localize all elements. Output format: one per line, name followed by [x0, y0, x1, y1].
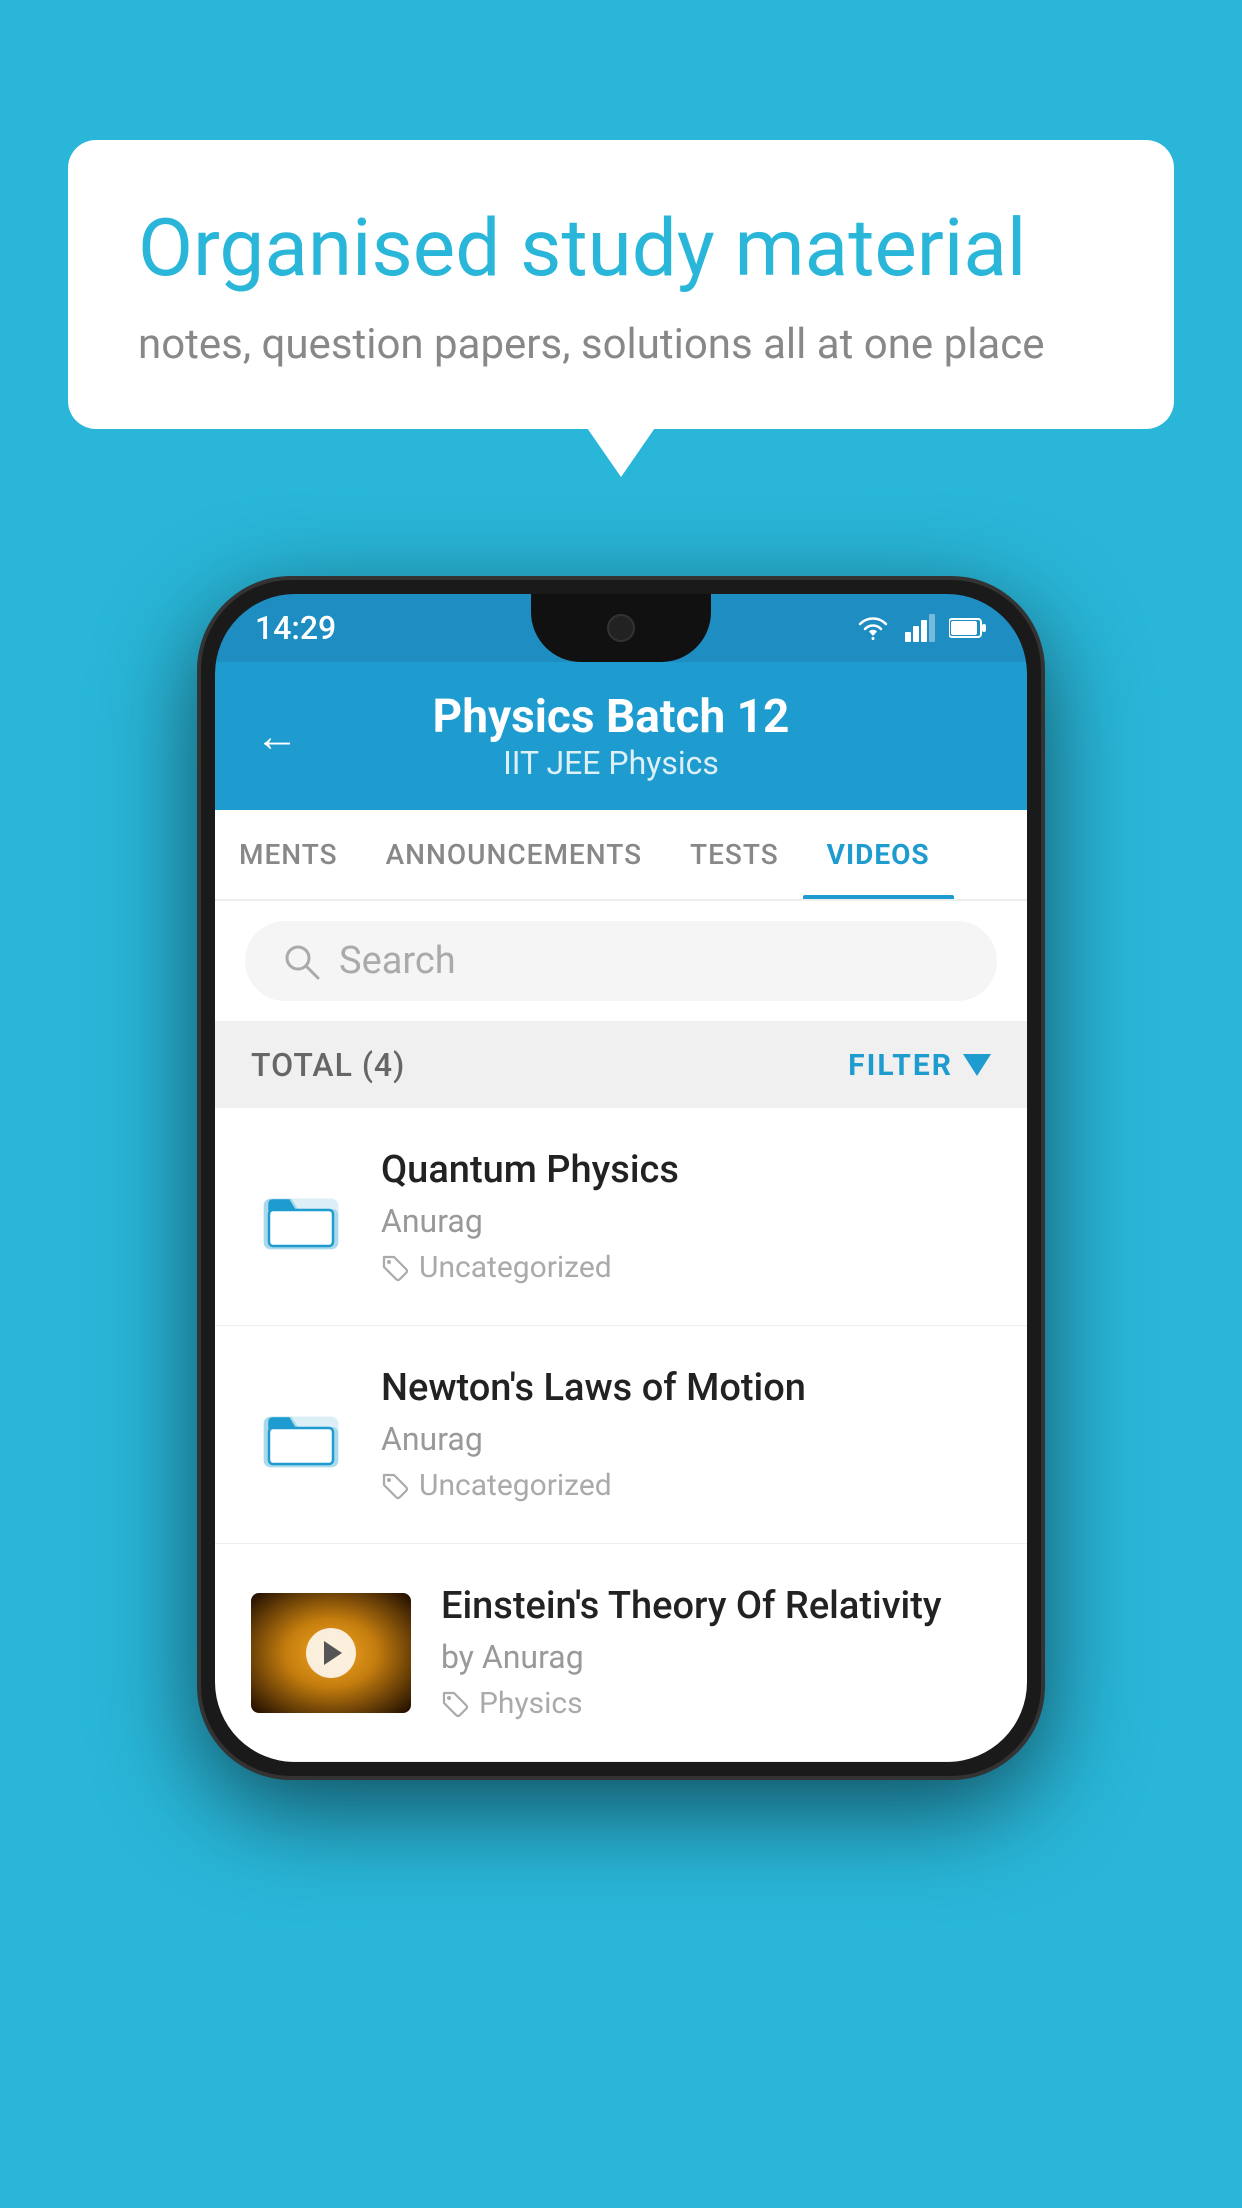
back-button[interactable]: ← — [255, 710, 299, 762]
play-button[interactable] — [306, 1628, 356, 1678]
video-author: Anurag — [381, 1202, 991, 1240]
search-bar: Search — [215, 901, 1027, 1022]
tab-tests[interactable]: TESTS — [666, 810, 803, 899]
tab-announcements[interactable]: ANNOUNCEMENTS — [362, 810, 666, 899]
video-info: Quantum Physics Anurag Uncategorized — [381, 1148, 991, 1285]
video-tag: Uncategorized — [381, 1250, 991, 1285]
bubble-title: Organised study material — [138, 200, 1104, 296]
list-item[interactable]: Quantum Physics Anurag Uncategorized — [215, 1108, 1027, 1326]
tag-icon — [441, 1690, 469, 1718]
signal-icon — [905, 614, 935, 642]
tag-text: Uncategorized — [419, 1468, 612, 1503]
tab-videos[interactable]: VIDEOS — [803, 810, 954, 899]
tag-text: Uncategorized — [419, 1250, 612, 1285]
header-center: Physics Batch 12 IIT JEE Physics — [319, 690, 903, 782]
camera-dot — [607, 614, 635, 642]
list-item[interactable]: Einstein's Theory Of Relativity by Anura… — [215, 1544, 1027, 1762]
video-info: Einstein's Theory Of Relativity by Anura… — [441, 1584, 991, 1721]
filter-label: FILTER — [848, 1048, 953, 1083]
folder-icon — [261, 1395, 341, 1475]
phone-wrapper: 14:29 — [201, 580, 1041, 1776]
filter-bar: TOTAL (4) FILTER — [215, 1022, 1027, 1108]
tag-text: Physics — [479, 1686, 583, 1721]
phone: 14:29 — [215, 594, 1027, 1762]
tabs: MENTS ANNOUNCEMENTS TESTS VIDEOS — [215, 810, 1027, 901]
folder-icon-wrap — [251, 1177, 351, 1257]
tag-icon — [381, 1254, 409, 1282]
search-input-wrap[interactable]: Search — [245, 921, 997, 1001]
battery-icon — [949, 617, 987, 639]
app-header: ← Physics Batch 12 IIT JEE Physics — [215, 662, 1027, 810]
tag-icon — [381, 1472, 409, 1500]
video-thumbnail — [251, 1593, 411, 1713]
folder-icon — [261, 1177, 341, 1257]
video-author: Anurag — [381, 1420, 991, 1458]
header-subtitle: IIT JEE Physics — [319, 744, 903, 782]
speech-bubble-area: Organised study material notes, question… — [68, 140, 1174, 429]
notch — [531, 594, 711, 662]
video-title: Quantum Physics — [381, 1148, 991, 1192]
filter-icon — [963, 1054, 991, 1076]
status-time: 14:29 — [255, 609, 336, 647]
folder-icon-wrap — [251, 1395, 351, 1475]
total-count: TOTAL (4) — [251, 1046, 405, 1084]
phone-outer: 14:29 — [201, 580, 1041, 1776]
list-item[interactable]: Newton's Laws of Motion Anurag Uncategor… — [215, 1326, 1027, 1544]
header-title: Physics Batch 12 — [319, 690, 903, 744]
wifi-icon — [855, 614, 891, 642]
search-icon — [281, 941, 321, 981]
tab-ments[interactable]: MENTS — [215, 810, 362, 899]
video-author: by Anurag — [441, 1638, 991, 1676]
video-title: Newton's Laws of Motion — [381, 1366, 991, 1410]
video-tag: Physics — [441, 1686, 991, 1721]
status-bar: 14:29 — [215, 594, 1027, 662]
search-placeholder: Search — [339, 939, 456, 983]
video-list: Quantum Physics Anurag Uncategorized — [215, 1108, 1027, 1762]
play-icon — [324, 1641, 342, 1665]
filter-button[interactable]: FILTER — [848, 1048, 991, 1083]
bubble-subtitle: notes, question papers, solutions all at… — [138, 320, 1104, 369]
speech-bubble: Organised study material notes, question… — [68, 140, 1174, 429]
video-tag: Uncategorized — [381, 1468, 991, 1503]
status-icons — [855, 614, 987, 642]
video-info: Newton's Laws of Motion Anurag Uncategor… — [381, 1366, 991, 1503]
video-title: Einstein's Theory Of Relativity — [441, 1584, 991, 1628]
